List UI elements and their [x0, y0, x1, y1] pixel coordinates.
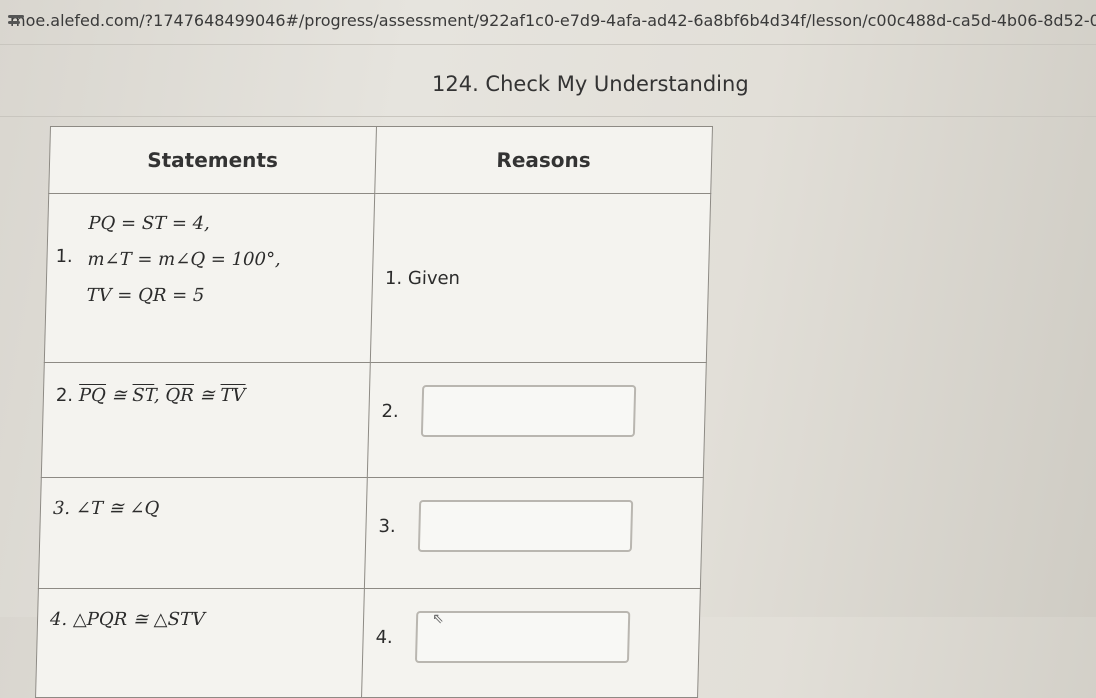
- table-row: 3. ∠T ≅ ∠Q 3.: [38, 477, 704, 589]
- reason-text: 1. Given: [384, 267, 461, 289]
- toolbar-divider: [0, 44, 1096, 45]
- row-number: 2.: [55, 385, 74, 406]
- reason-4-input[interactable]: ⇖: [414, 611, 631, 663]
- table-row: 4. △PQR ≅ △STV 4. ⇖: [35, 588, 701, 698]
- url-text[interactable]: moe.alefed.com/?1747648499046#/progress/…: [10, 11, 1096, 30]
- reason-number: 4.: [375, 627, 394, 648]
- segment-pq: PQ: [78, 385, 107, 406]
- row-number: 1.: [55, 246, 74, 267]
- statement-line: PQ = ST = 4,: [88, 213, 211, 234]
- proof-table: Statements Reasons 1. PQ = ST = 4, m∠T =…: [35, 126, 713, 698]
- reason-2-input[interactable]: [420, 385, 637, 437]
- table-row: 2. PQ ≅ ST, QR ≅ TV 2.: [41, 362, 707, 478]
- table-row: 1. PQ = ST = 4, m∠T = m∠Q = 100°, TV = Q…: [44, 193, 711, 363]
- segment-st: ST: [131, 385, 155, 406]
- statements-header: Statements: [48, 126, 377, 194]
- segment-tv: TV: [219, 385, 246, 406]
- statement-text: 3. ∠T ≅ ∠Q: [52, 498, 160, 519]
- address-bar[interactable]: moe.alefed.com/?1747648499046#/progress/…: [0, 0, 1096, 40]
- mouse-cursor-icon: ⇖: [431, 611, 445, 627]
- reasons-header: Reasons: [374, 126, 713, 194]
- statement-line: m∠T = m∠Q = 100°,: [87, 249, 281, 270]
- segment-qr: QR: [165, 385, 195, 406]
- statement-text: 4. △PQR ≅ △STV: [49, 609, 206, 630]
- reason-number: 2.: [381, 401, 399, 422]
- reason-3-input[interactable]: [417, 500, 634, 552]
- congruent-symbol: ≅: [105, 385, 133, 406]
- page-title: 124. Check My Understanding: [432, 72, 749, 96]
- congruent-symbol: ≅: [193, 385, 221, 406]
- reason-number: 3.: [378, 516, 396, 537]
- title-divider: [0, 116, 1096, 117]
- statement-line: TV = QR = 5: [86, 285, 205, 306]
